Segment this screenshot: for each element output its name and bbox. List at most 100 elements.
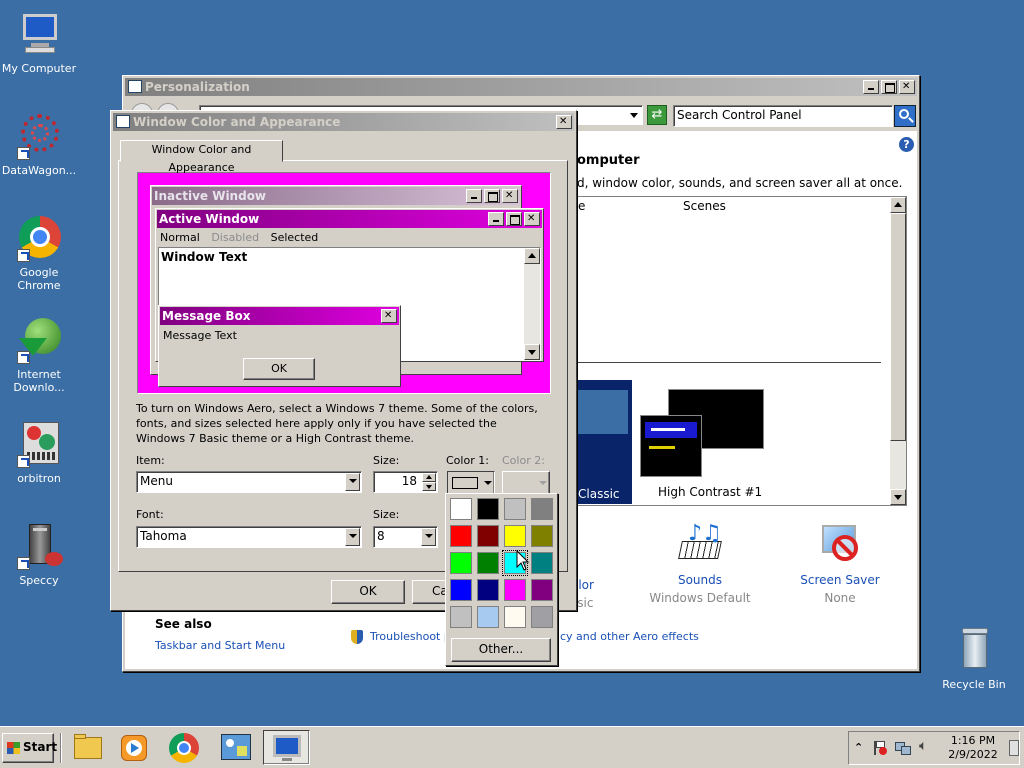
color-swatch[interactable] [504,579,526,601]
aero-effects-link[interactable]: cy and other Aero effects [560,630,699,643]
color-swatch[interactable] [450,579,472,601]
color-swatch[interactable] [531,606,553,628]
color-swatch[interactable] [531,525,553,547]
media-player-icon[interactable] [116,731,152,765]
dialog-close-button[interactable] [556,115,572,129]
refresh-icon[interactable]: ⇄ [647,105,667,125]
tab-window-color[interactable]: Window Color and Appearance [120,140,283,174]
close-icon [502,189,518,203]
color-swatch[interactable] [450,606,472,628]
show-hidden-icons-icon[interactable]: ⌃ [854,741,863,754]
minimize-button[interactable] [863,80,879,94]
appearance-preview: Inactive Window Active Window Normal Dis… [137,172,551,394]
color-swatch[interactable] [477,606,499,628]
preview-menu-bar: Normal Disabled Selected [160,231,318,244]
dialog-titlebar[interactable]: Window Color and Appearance [113,113,574,131]
taskbar-start-menu-link[interactable]: Taskbar and Start Menu [155,639,285,652]
close-icon [524,212,540,226]
start-button[interactable]: Start [2,733,57,763]
color1-button[interactable] [447,471,495,495]
item-sub: ssic [571,596,594,610]
font-select[interactable]: Tahoma [136,526,362,548]
chevron-down-icon[interactable] [345,473,360,491]
help-icon[interactable]: ? [899,137,914,152]
theme-label: High Contrast #1 [658,485,763,499]
volume-icon[interactable]: 🔈︎ [919,738,927,754]
search-icon[interactable] [894,105,916,127]
font-label: Font: [136,508,164,521]
show-desktop-button[interactable] [1009,740,1019,756]
ok-button[interactable]: OK [331,580,405,604]
clock-date: 2/9/2022 [948,748,998,761]
personalization-titlebar[interactable]: Personalization [125,78,917,96]
preview-menu-selected: Selected [270,231,319,244]
color-swatch[interactable] [477,498,499,520]
shield-icon [351,630,363,644]
item-label: Item: [136,454,165,467]
color-swatch[interactable] [477,525,499,547]
desktop-icon-google-chrome[interactable]: Google Chrome [0,214,78,292]
color-swatch[interactable] [450,498,472,520]
font-size-value: 8 [377,529,385,543]
color-swatch[interactable] [450,525,472,547]
color-swatch[interactable] [504,606,526,628]
troubleshoot-link[interactable]: Troubleshoot pr [370,630,455,643]
orbitron-icon [15,420,63,468]
taskbar-personalization-button[interactable] [263,730,310,765]
item-size-value: 18 [401,474,417,488]
desktop-icon-datawagon[interactable]: DataWagon... [0,112,78,177]
chevron-down-icon[interactable] [345,528,360,546]
item-size-stepper[interactable]: 18 [373,471,438,493]
desktop-icon-label: DataWagon... [1,164,77,177]
color-swatch[interactable] [450,552,472,574]
color-swatch[interactable] [531,498,553,520]
screen-saver-item[interactable]: Screen Saver None [785,523,895,605]
stepper-down-button[interactable] [422,482,436,491]
action-center-flag-icon[interactable] [873,740,887,756]
sounds-item[interactable]: ♪♫ Sounds Windows Default [645,523,755,606]
color-swatch[interactable] [477,579,499,601]
other-colors-button[interactable]: Other... [451,638,551,662]
theme-group-header: e [578,199,586,213]
color-swatch[interactable] [531,579,553,601]
chrome-icon[interactable] [166,731,202,765]
color-swatch[interactable] [477,552,499,574]
color-swatch[interactable] [504,498,526,520]
color-swatch[interactable] [531,552,553,574]
color1-label: Color 1: [446,454,489,467]
close-icon [381,309,397,323]
datawagon-icon [15,112,63,160]
window-color-item[interactable]: olor ssic [571,578,631,610]
shortcut-arrow-icon [17,557,30,570]
close-button[interactable] [899,80,915,94]
color-swatch[interactable] [504,525,526,547]
size-label: Size: [373,454,400,467]
search-input[interactable]: Search Control Panel [673,105,893,127]
theme-windows-classic[interactable]: Classic [578,380,632,504]
color-palette-popup: Other... [445,493,558,666]
sounds-icon: ♪♫ [678,523,722,567]
desktop-icon-speccy[interactable]: Speccy [0,522,78,587]
theme-group-divider [578,362,881,363]
recycle-bin-icon [950,626,998,674]
desktop-icon-recycle-bin[interactable]: Recycle Bin [935,626,1013,691]
theme-list-scrollbar[interactable] [890,197,906,505]
ok-label: OK [359,584,377,598]
desktop-icon-internet-download[interactable]: Internet Downlo... [0,316,78,394]
network-icon[interactable] [895,740,911,756]
maximize-button[interactable] [881,80,897,94]
search-placeholder: Search Control Panel [677,108,802,122]
font-size-select[interactable]: 8 [373,526,438,548]
theme-high-contrast-1[interactable]: High Contrast #1 [640,387,780,502]
control-panel-icon[interactable] [218,731,254,765]
desktop-icon-label: My Computer [1,62,77,75]
clock[interactable]: 1:16 PM 2/9/2022 [941,734,1005,762]
color2-button[interactable] [502,471,550,495]
desktop-icon-orbitron[interactable]: orbitron [0,420,78,485]
chevron-down-icon[interactable] [421,528,436,546]
file-explorer-icon[interactable] [70,731,106,765]
desktop-icon-my-computer[interactable]: My Computer [0,10,78,75]
stepper-up-button[interactable] [422,473,436,482]
item-select[interactable]: Menu [136,471,362,493]
display-settings-icon [273,735,301,757]
